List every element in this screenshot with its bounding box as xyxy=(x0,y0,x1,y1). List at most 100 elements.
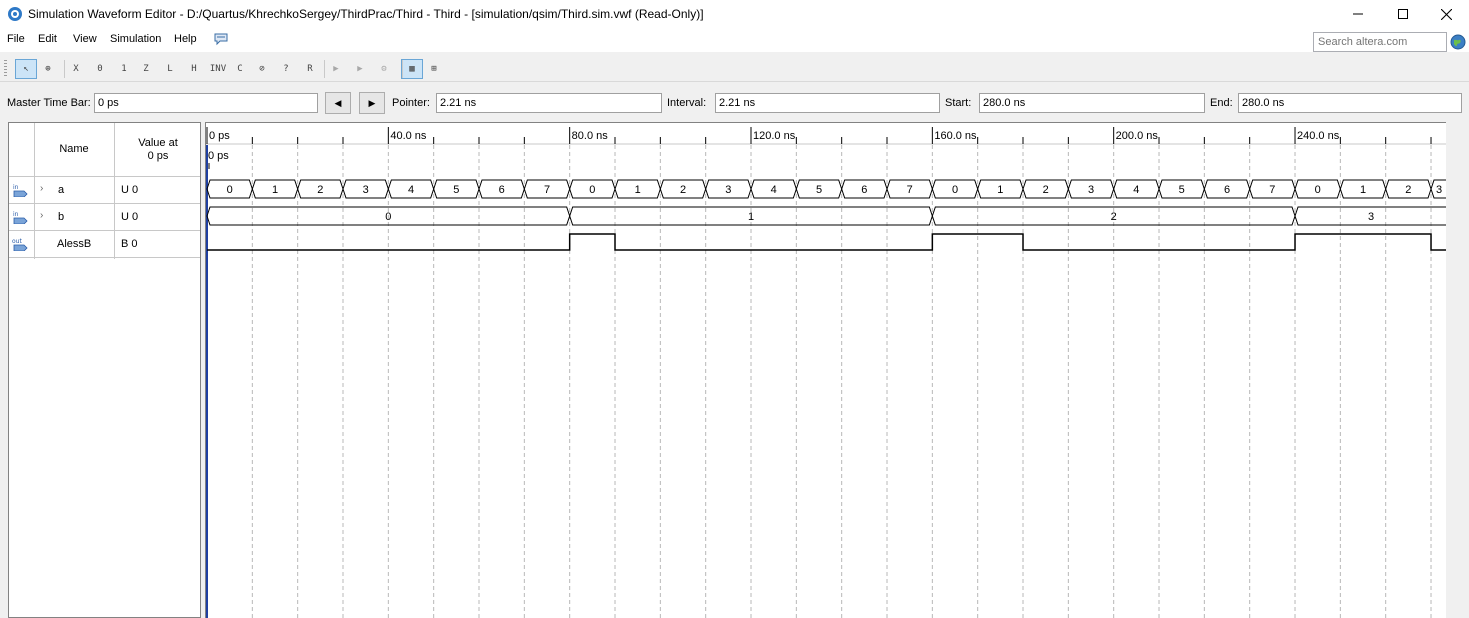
menu-edit[interactable]: Edit xyxy=(38,33,57,45)
bus-a-value-label: 7 xyxy=(907,184,913,196)
selection-tool-button[interactable]: ↖ xyxy=(15,59,37,79)
bus-a-value-label: 5 xyxy=(1179,184,1185,196)
generate-netlist-icon: ⚙ xyxy=(381,64,387,74)
input-pin-icon: in xyxy=(12,210,30,225)
master-time-bar-field[interactable] xyxy=(94,93,318,113)
force-weak-low-button[interactable]: L xyxy=(159,59,181,79)
menu-simulation[interactable]: Simulation xyxy=(110,33,161,45)
force-high-icon: 1 xyxy=(121,64,127,74)
end-field[interactable] xyxy=(1238,93,1462,113)
snap-to-grid-icon: ▦ xyxy=(409,64,415,74)
bus-a-value-label: 4 xyxy=(408,184,414,196)
menu-view[interactable]: View xyxy=(73,33,97,45)
bus-a-value-label: 6 xyxy=(499,184,505,196)
random-value-button[interactable]: R xyxy=(299,59,321,79)
bus-a-value-label: 1 xyxy=(635,184,641,196)
start-field[interactable] xyxy=(979,93,1205,113)
bus-a-value-label: 7 xyxy=(1269,184,1275,196)
signal-row-alessb[interactable]: out AlessB B 0 xyxy=(9,231,200,258)
input-pin-icon: in xyxy=(12,183,30,198)
time-label: 160.0 ns xyxy=(934,130,977,142)
invert-button[interactable]: INV xyxy=(207,59,229,79)
menu-help[interactable]: Help xyxy=(174,33,197,45)
minimize-icon xyxy=(1353,13,1363,15)
maximize-button[interactable] xyxy=(1380,0,1426,28)
maximize-icon xyxy=(1398,9,1408,19)
bus-a-value-label: 4 xyxy=(771,184,777,196)
force-low-icon: 0 xyxy=(97,64,103,74)
value-column-header[interactable]: Value at 0 ps xyxy=(116,137,200,163)
value-header-line2: 0 ps xyxy=(147,150,169,162)
name-column-header[interactable]: Name xyxy=(34,143,114,155)
force-unknown-icon: X xyxy=(73,64,79,74)
arrow-right-icon: ▶ xyxy=(368,97,376,108)
minimize-button[interactable] xyxy=(1335,0,1381,28)
arbitrary-value-icon: ? xyxy=(283,64,289,74)
bus-b-value-label: 0 xyxy=(385,211,391,223)
svg-text:in: in xyxy=(13,211,19,218)
menu-bar: File Edit View Simulation Help xyxy=(0,28,1469,52)
time-bar: Master Time Bar: ◀ ▶ Pointer: Interval: … xyxy=(0,90,1469,116)
arbitrary-value-button[interactable]: ? xyxy=(275,59,297,79)
bus-a-value-label: 0 xyxy=(952,184,958,196)
bus-a-value-label: 2 xyxy=(1043,184,1049,196)
vertical-scrollbar-area[interactable] xyxy=(1446,122,1469,618)
bus-a-value-label: 1 xyxy=(1360,184,1366,196)
interval-field[interactable] xyxy=(715,93,940,113)
bus-a-value-label: 1 xyxy=(272,184,278,196)
run-timing-simulation-icon: ▶ xyxy=(357,64,363,74)
globe-icon[interactable] xyxy=(1450,34,1466,50)
run-functional-simulation-icon: ▶ xyxy=(333,64,339,74)
previous-transition-button[interactable]: ◀ xyxy=(325,92,351,114)
toolbar-grip[interactable] xyxy=(4,60,7,78)
signal-row-a[interactable]: in › a U 0 xyxy=(9,177,200,204)
bus-a-value-label: 2 xyxy=(317,184,323,196)
count-value-button[interactable]: C xyxy=(229,59,251,79)
bus-a-value-label: 3 xyxy=(1088,184,1094,196)
menu-file[interactable]: File xyxy=(7,33,25,45)
title-bar: Simulation Waveform Editor - D:/Quartus/… xyxy=(0,0,1469,28)
bus-a-value-label: 5 xyxy=(816,184,822,196)
generate-netlist-button[interactable]: ⚙ xyxy=(373,59,395,79)
zoom-tool-icon: ⊕ xyxy=(45,64,51,74)
interval-label: Interval: xyxy=(667,97,707,109)
waveform-canvas[interactable]: 0 ps 40.0 ns 80.0 ns 120.0 ns 160.0 ns 200.0 … xyxy=(206,123,1469,618)
signal-name: AlessB xyxy=(57,238,92,250)
expand-chevron-icon[interactable]: › xyxy=(40,183,43,194)
signal-list-header: Name Value at 0 ps xyxy=(9,123,200,177)
run-functional-simulation-button[interactable]: ▶ xyxy=(325,59,347,79)
signal-row-b[interactable]: in › b U 0 xyxy=(9,204,200,231)
bus-b-value-label: 2 xyxy=(1111,211,1117,223)
force-high-button[interactable]: 1 xyxy=(113,59,135,79)
expand-chevron-icon[interactable]: › xyxy=(40,210,43,221)
waveform-editor-window: Simulation Waveform Editor - D:/Quartus/… xyxy=(0,0,1469,618)
force-weak-high-icon: H xyxy=(191,64,197,74)
next-transition-button[interactable]: ▶ xyxy=(359,92,385,114)
force-low-button[interactable]: 0 xyxy=(89,59,111,79)
close-button[interactable] xyxy=(1423,0,1469,28)
force-high-impedance-button[interactable]: Z xyxy=(135,59,157,79)
signal-name: b xyxy=(58,211,65,223)
pointer-field[interactable] xyxy=(436,93,662,113)
end-label: End: xyxy=(1210,97,1233,109)
bus-a-value-label: 6 xyxy=(861,184,867,196)
signal-list-panel: Name Value at 0 ps in › a U 0 in › b U 0… xyxy=(8,122,201,618)
time-label: 40.0 ns xyxy=(390,130,427,142)
run-timing-simulation-button[interactable]: ▶ xyxy=(349,59,371,79)
sort-signals-button[interactable]: ⊞ xyxy=(423,59,445,79)
count-value-icon: C xyxy=(237,64,243,74)
waveform-panel[interactable]: 0 ps 40.0 ns 80.0 ns 120.0 ns 160.0 ns 200.0 … xyxy=(205,122,1469,618)
search-input[interactable] xyxy=(1313,32,1447,52)
force-unknown-button[interactable]: X xyxy=(65,59,87,79)
zoom-tool-button[interactable]: ⊕ xyxy=(37,59,59,79)
speech-bubble-icon[interactable] xyxy=(214,32,228,46)
overwrite-clock-button[interactable]: ⊘ xyxy=(251,59,273,79)
signal-value: B 0 xyxy=(121,238,138,250)
quartus-app-icon xyxy=(8,7,22,21)
bus-a-value-label: 0 xyxy=(1315,184,1321,196)
snap-to-grid-button[interactable]: ▦ xyxy=(401,59,423,79)
invert-icon: INV xyxy=(209,64,227,74)
bus-b-value-label: 1 xyxy=(748,211,754,223)
bus-a-value-label: 4 xyxy=(1133,184,1139,196)
force-weak-high-button[interactable]: H xyxy=(183,59,205,79)
